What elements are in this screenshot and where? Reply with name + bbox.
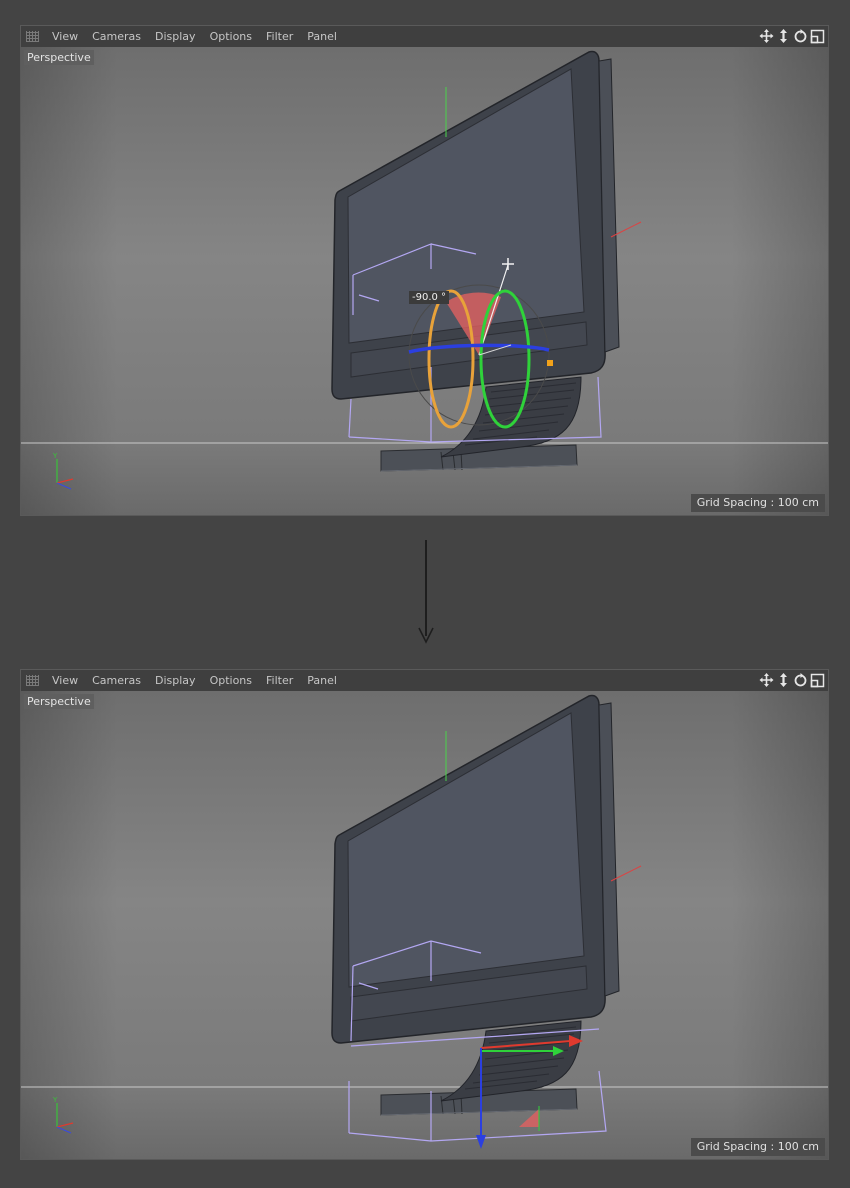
menu-display[interactable]: Display: [148, 26, 203, 47]
camera-label[interactable]: Perspective: [24, 50, 94, 65]
menu-options[interactable]: Options: [203, 26, 259, 47]
move-icon[interactable]: [759, 672, 774, 688]
menu-display[interactable]: Display: [148, 670, 203, 691]
panel-grip-icon[interactable]: [26, 31, 39, 42]
camera-label[interactable]: Perspective: [24, 694, 94, 709]
menu-cameras[interactable]: Cameras: [85, 26, 148, 47]
menu-panel[interactable]: Panel: [300, 670, 344, 691]
scene-canvas: Y: [21, 47, 828, 515]
svg-text:Y: Y: [52, 1096, 58, 1104]
viewport-menubar: View Cameras Display Options Filter Pane…: [21, 670, 828, 692]
svg-text:Y: Y: [52, 452, 58, 460]
navigation-icons: [759, 672, 825, 688]
zoom-icon[interactable]: [776, 672, 791, 688]
move-icon[interactable]: [759, 28, 774, 44]
navigation-icons: [759, 28, 825, 44]
menu-view[interactable]: View: [45, 670, 85, 691]
rotate-icon[interactable]: [793, 28, 808, 44]
down-arrow-icon: [418, 540, 434, 644]
rotate-icon[interactable]: [793, 672, 808, 688]
rotation-readout: -90.0 °: [409, 291, 450, 304]
viewport-menubar: View Cameras Display Options Filter Pane…: [21, 26, 828, 48]
viewport-after[interactable]: View Cameras Display Options Filter Pane…: [20, 669, 829, 1160]
menu-view[interactable]: View: [45, 26, 85, 47]
perspective-scene[interactable]: Y Perspective Grid Spacing : 100 cm: [21, 691, 828, 1159]
menu-filter[interactable]: Filter: [259, 26, 300, 47]
grid-spacing-label: Grid Spacing : 100 cm: [690, 1138, 825, 1156]
menu-filter[interactable]: Filter: [259, 670, 300, 691]
viewport-before[interactable]: View Cameras Display Options Filter Pane…: [20, 25, 829, 516]
menu-cameras[interactable]: Cameras: [85, 670, 148, 691]
scene-canvas: Y: [21, 691, 828, 1159]
perspective-scene[interactable]: Y Perspective -90.0 ° Grid Spacing : 100…: [21, 47, 828, 515]
menu-options[interactable]: Options: [203, 670, 259, 691]
panel-grip-icon[interactable]: [26, 675, 39, 686]
grid-spacing-label: Grid Spacing : 100 cm: [690, 494, 825, 512]
maximize-icon[interactable]: [810, 672, 825, 688]
menu-panel[interactable]: Panel: [300, 26, 344, 47]
maximize-icon[interactable]: [810, 28, 825, 44]
zoom-icon[interactable]: [776, 28, 791, 44]
